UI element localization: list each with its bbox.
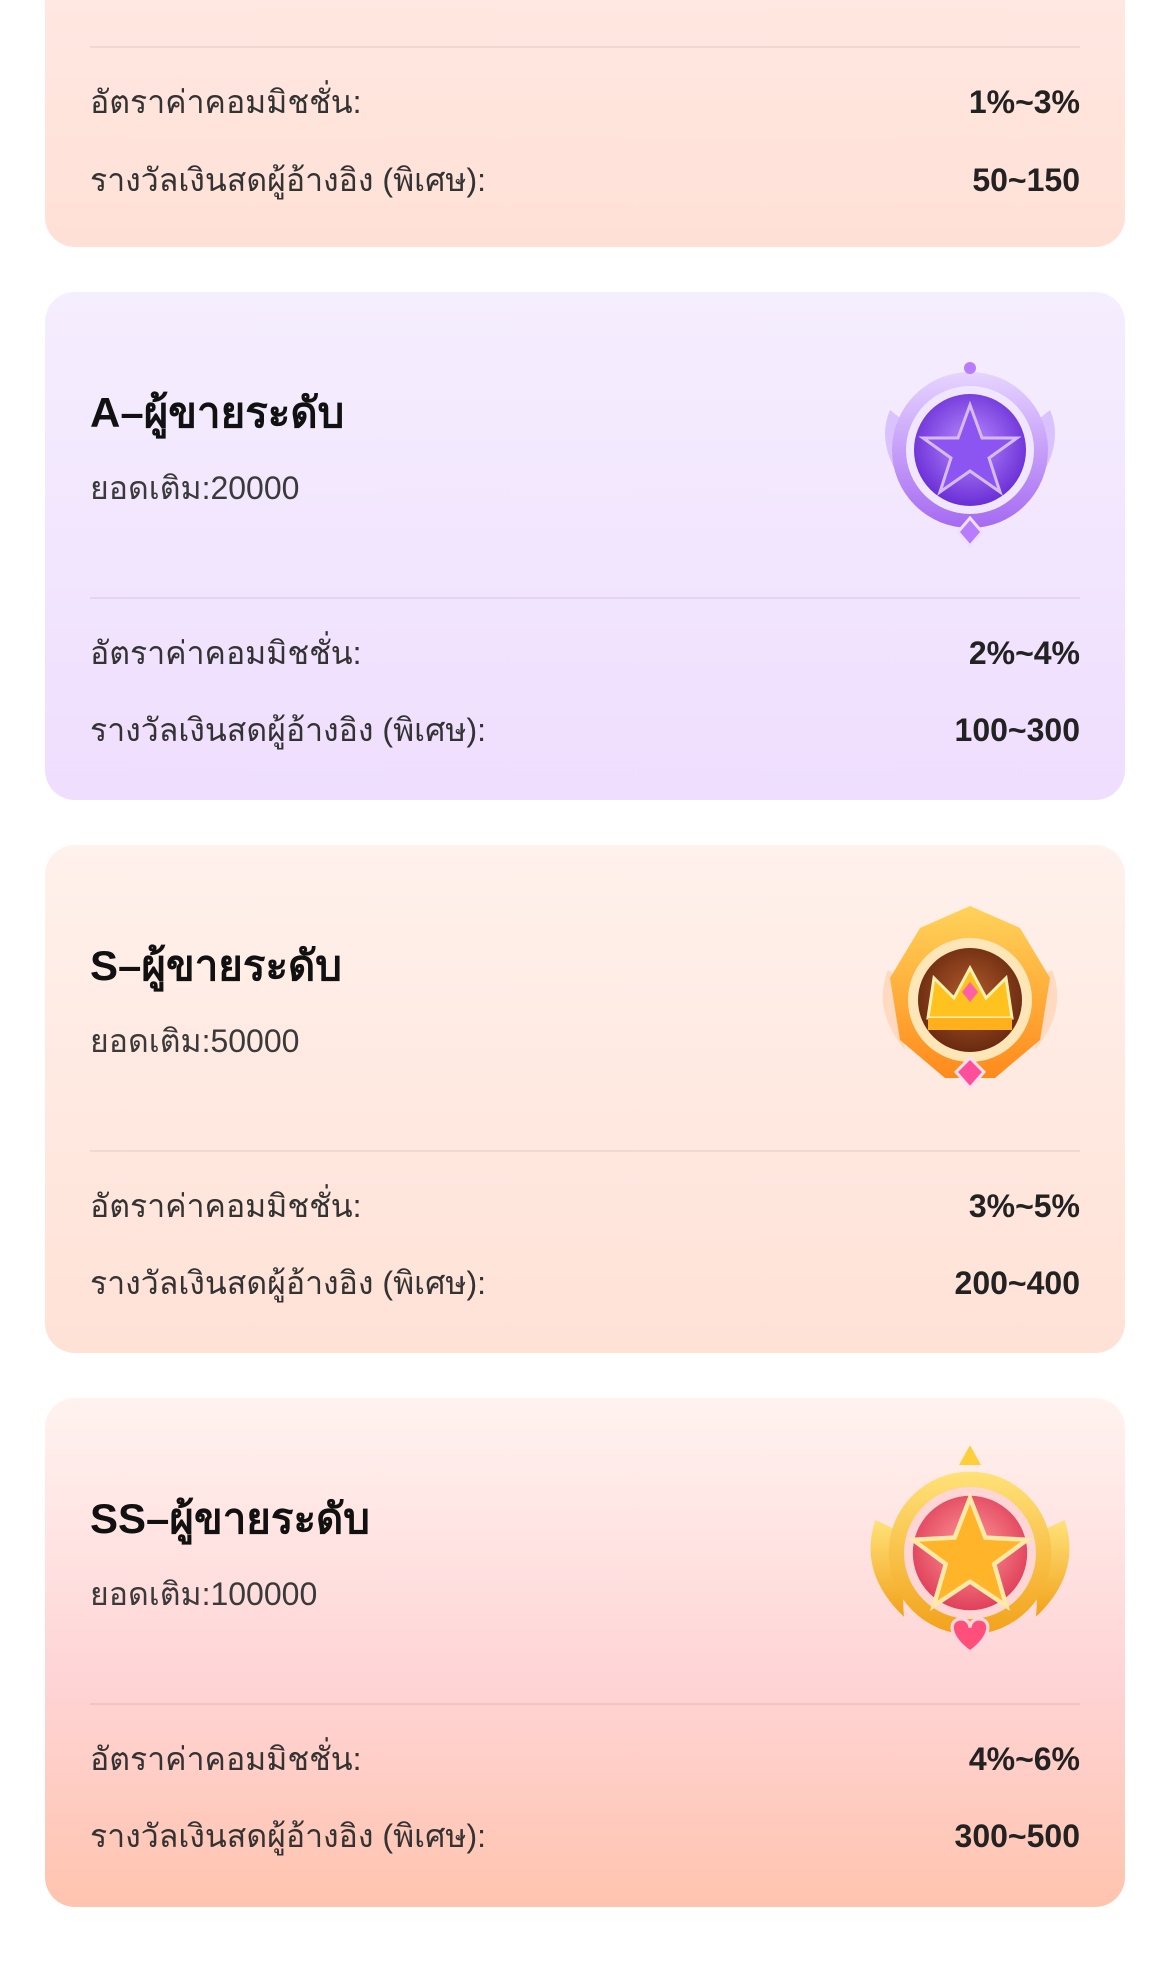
commission-row: อัตราค่าคอมมิชชั่น: 1%~3% xyxy=(90,82,1080,122)
commission-label: อัตราค่าคอมมิชชั่น: xyxy=(90,1188,362,1224)
commission-row: อัตราค่าคอมมิชชั่น: 3%~5% xyxy=(90,1186,1080,1226)
tier-title: SS–ผู้ขายระดับ xyxy=(90,1495,370,1542)
gold-crown-badge-icon xyxy=(882,906,1058,1091)
tier-card-a: A–ผู้ขายระดับ ยอดเติม:20000 อัตราค่าคอมม… xyxy=(45,292,1125,800)
referral-label: รางวัลเงินสดผู้อ้างอิง (พิเศษ): xyxy=(90,712,487,748)
commission-label: อัตราค่าคอมมิชชั่น: xyxy=(90,1741,362,1777)
referral-row: รางวัลเงินสดผู้อ้างอิง (พิเศษ): 50~150 xyxy=(90,160,1080,200)
referral-row: รางวัลเงินสดผู้อ้างอิง (พิเศษ): 200~400 xyxy=(90,1263,1080,1303)
card-divider xyxy=(90,1703,1080,1705)
tier-card-ss: SS–ผู้ขายระดับ ยอดเติม:100000 อัตราค่าคอ… xyxy=(45,1398,1125,1907)
commission-value: 2%~4% xyxy=(968,635,1080,671)
tier-recharge: ยอดเติม:100000 xyxy=(90,1576,318,1612)
tier-card-s: S–ผู้ขายระดับ ยอดเติม:50000 อัตราค่าคอมม… xyxy=(45,845,1125,1353)
referral-label: รางวัลเงินสดผู้อ้างอิง (พิเศษ): xyxy=(90,1818,487,1854)
commission-row: อัตราค่าคอมมิชชั่น: 4%~6% xyxy=(90,1739,1080,1779)
commission-row: อัตราค่าคอมมิชชั่น: 2%~4% xyxy=(90,633,1080,673)
tier-title: S–ผู้ขายระดับ xyxy=(90,942,342,989)
commission-value: 3%~5% xyxy=(968,1188,1080,1224)
commission-label: อัตราค่าคอมมิชชั่น: xyxy=(90,635,362,671)
referral-value: 100~300 xyxy=(954,712,1080,748)
gold-star-badge-icon xyxy=(870,1445,1070,1655)
referral-label: รางวัลเงินสดผู้อ้างอิง (พิเศษ): xyxy=(90,1265,487,1301)
tier-recharge: ยอดเติม:20000 xyxy=(90,470,300,506)
tier-recharge: ยอดเติม:50000 xyxy=(90,1023,300,1059)
referral-label: รางวัลเงินสดผู้อ้างอิง (พิเศษ): xyxy=(90,162,487,198)
commission-value: 4%~6% xyxy=(968,1741,1080,1777)
card-divider xyxy=(90,46,1080,48)
referral-value: 200~400 xyxy=(954,1265,1080,1301)
tier-title: A–ผู้ขายระดับ xyxy=(90,389,345,436)
purple-star-badge-icon xyxy=(885,362,1055,549)
referral-value: 300~500 xyxy=(954,1818,1080,1854)
commission-value: 1%~3% xyxy=(968,84,1080,120)
card-divider xyxy=(90,597,1080,599)
referral-value: 50~150 xyxy=(972,162,1080,198)
card-divider xyxy=(90,1150,1080,1152)
commission-label: อัตราค่าคอมมิชชั่น: xyxy=(90,84,362,120)
tier-card-previous: อัตราค่าคอมมิชชั่น: 1%~3% รางวัลเงินสดผู… xyxy=(45,0,1125,247)
referral-row: รางวัลเงินสดผู้อ้างอิง (พิเศษ): 100~300 xyxy=(90,710,1080,750)
referral-row: รางวัลเงินสดผู้อ้างอิง (พิเศษ): 300~500 xyxy=(90,1816,1080,1856)
